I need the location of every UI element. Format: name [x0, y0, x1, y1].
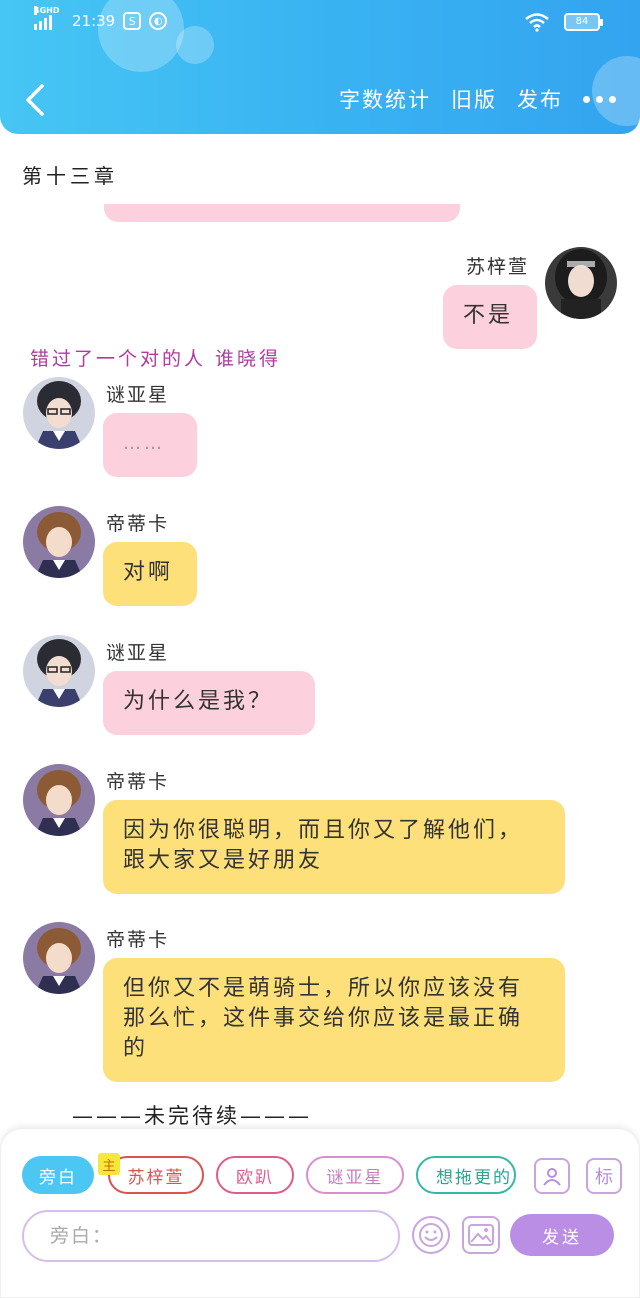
message-bubble: 对啊: [103, 542, 197, 606]
message-sender-name: 帝蒂卡: [106, 513, 170, 535]
role-chip[interactable]: 谜亚星: [306, 1156, 404, 1194]
character-manage-button[interactable]: [534, 1158, 570, 1194]
app-notification-icon: S: [123, 12, 142, 30]
person-icon: [543, 1168, 561, 1186]
avatar[interactable]: [23, 635, 95, 707]
role-chip-narrator[interactable]: 旁白: [22, 1156, 94, 1194]
wifi-icon: [525, 13, 549, 32]
message-bubble: 但你又不是萌骑士，所以你应该没有那么忙，这件事交给你应该是最正确的: [103, 958, 565, 1082]
network-label: 4GHD: [34, 6, 60, 15]
avatar[interactable]: [23, 764, 95, 836]
chevron-left-icon: [26, 84, 44, 116]
back-button[interactable]: [20, 80, 54, 120]
message-input[interactable]: [50, 1225, 398, 1247]
image-icon: [468, 1224, 494, 1246]
message-sender-name: 苏梓萱: [466, 256, 530, 278]
role-chip-main[interactable]: 苏梓萱: [108, 1156, 204, 1194]
avatar[interactable]: [545, 247, 617, 319]
message-sender-name: 谜亚星: [106, 384, 170, 406]
end-text: ———未完待续———: [72, 1104, 312, 1128]
emoji-button[interactable]: [412, 1216, 450, 1254]
message-input-field[interactable]: [22, 1210, 400, 1262]
message-sender-name: 帝蒂卡: [106, 929, 170, 951]
word-count-button[interactable]: 字数统计: [339, 84, 431, 114]
signal-icon: 4GHD: [34, 6, 64, 30]
avatar[interactable]: [23, 922, 95, 994]
status-time: 21:39: [72, 12, 116, 30]
message-bubble: 不是: [443, 285, 537, 349]
battery-indicator: 84: [564, 13, 603, 31]
message-sender-name: 谜亚星: [106, 642, 170, 664]
role-chip[interactable]: 欧趴: [216, 1156, 294, 1194]
main-role-badge: 主: [98, 1153, 120, 1175]
message-bubble: 为什么是我？: [103, 671, 315, 735]
send-button[interactable]: 发送: [510, 1214, 614, 1256]
status-bar: 4GHD 21:39 S ◐ 84: [0, 6, 640, 40]
app-header: 4GHD 21:39 S ◐ 84 字数统计 旧版 发布: [0, 0, 640, 134]
old-version-button[interactable]: 旧版: [451, 84, 497, 114]
more-options-icon[interactable]: [583, 95, 616, 103]
nav-bar: 字数统计 旧版 发布: [0, 78, 640, 122]
avatar[interactable]: [23, 506, 95, 578]
narration-text: 错过了一个对的人 谁晓得: [30, 348, 282, 370]
battery-level: 84: [575, 16, 589, 27]
sync-icon: ◐: [149, 12, 168, 30]
mark-button[interactable]: 标: [586, 1158, 622, 1194]
publish-button[interactable]: 发布: [517, 84, 563, 114]
message-bubble: 因为你很聪明，而且你又了解他们，跟大家又是好朋友: [103, 800, 565, 894]
chapter-title: 第十三章: [22, 164, 118, 188]
avatar[interactable]: [23, 377, 95, 449]
message-bubble: ……: [103, 413, 197, 477]
image-button[interactable]: [462, 1216, 500, 1254]
role-chip[interactable]: 想拖更的: [416, 1156, 516, 1194]
partial-message-bubble: [104, 204, 460, 222]
message-sender-name: 帝蒂卡: [106, 771, 170, 793]
smiley-icon: [419, 1223, 443, 1247]
